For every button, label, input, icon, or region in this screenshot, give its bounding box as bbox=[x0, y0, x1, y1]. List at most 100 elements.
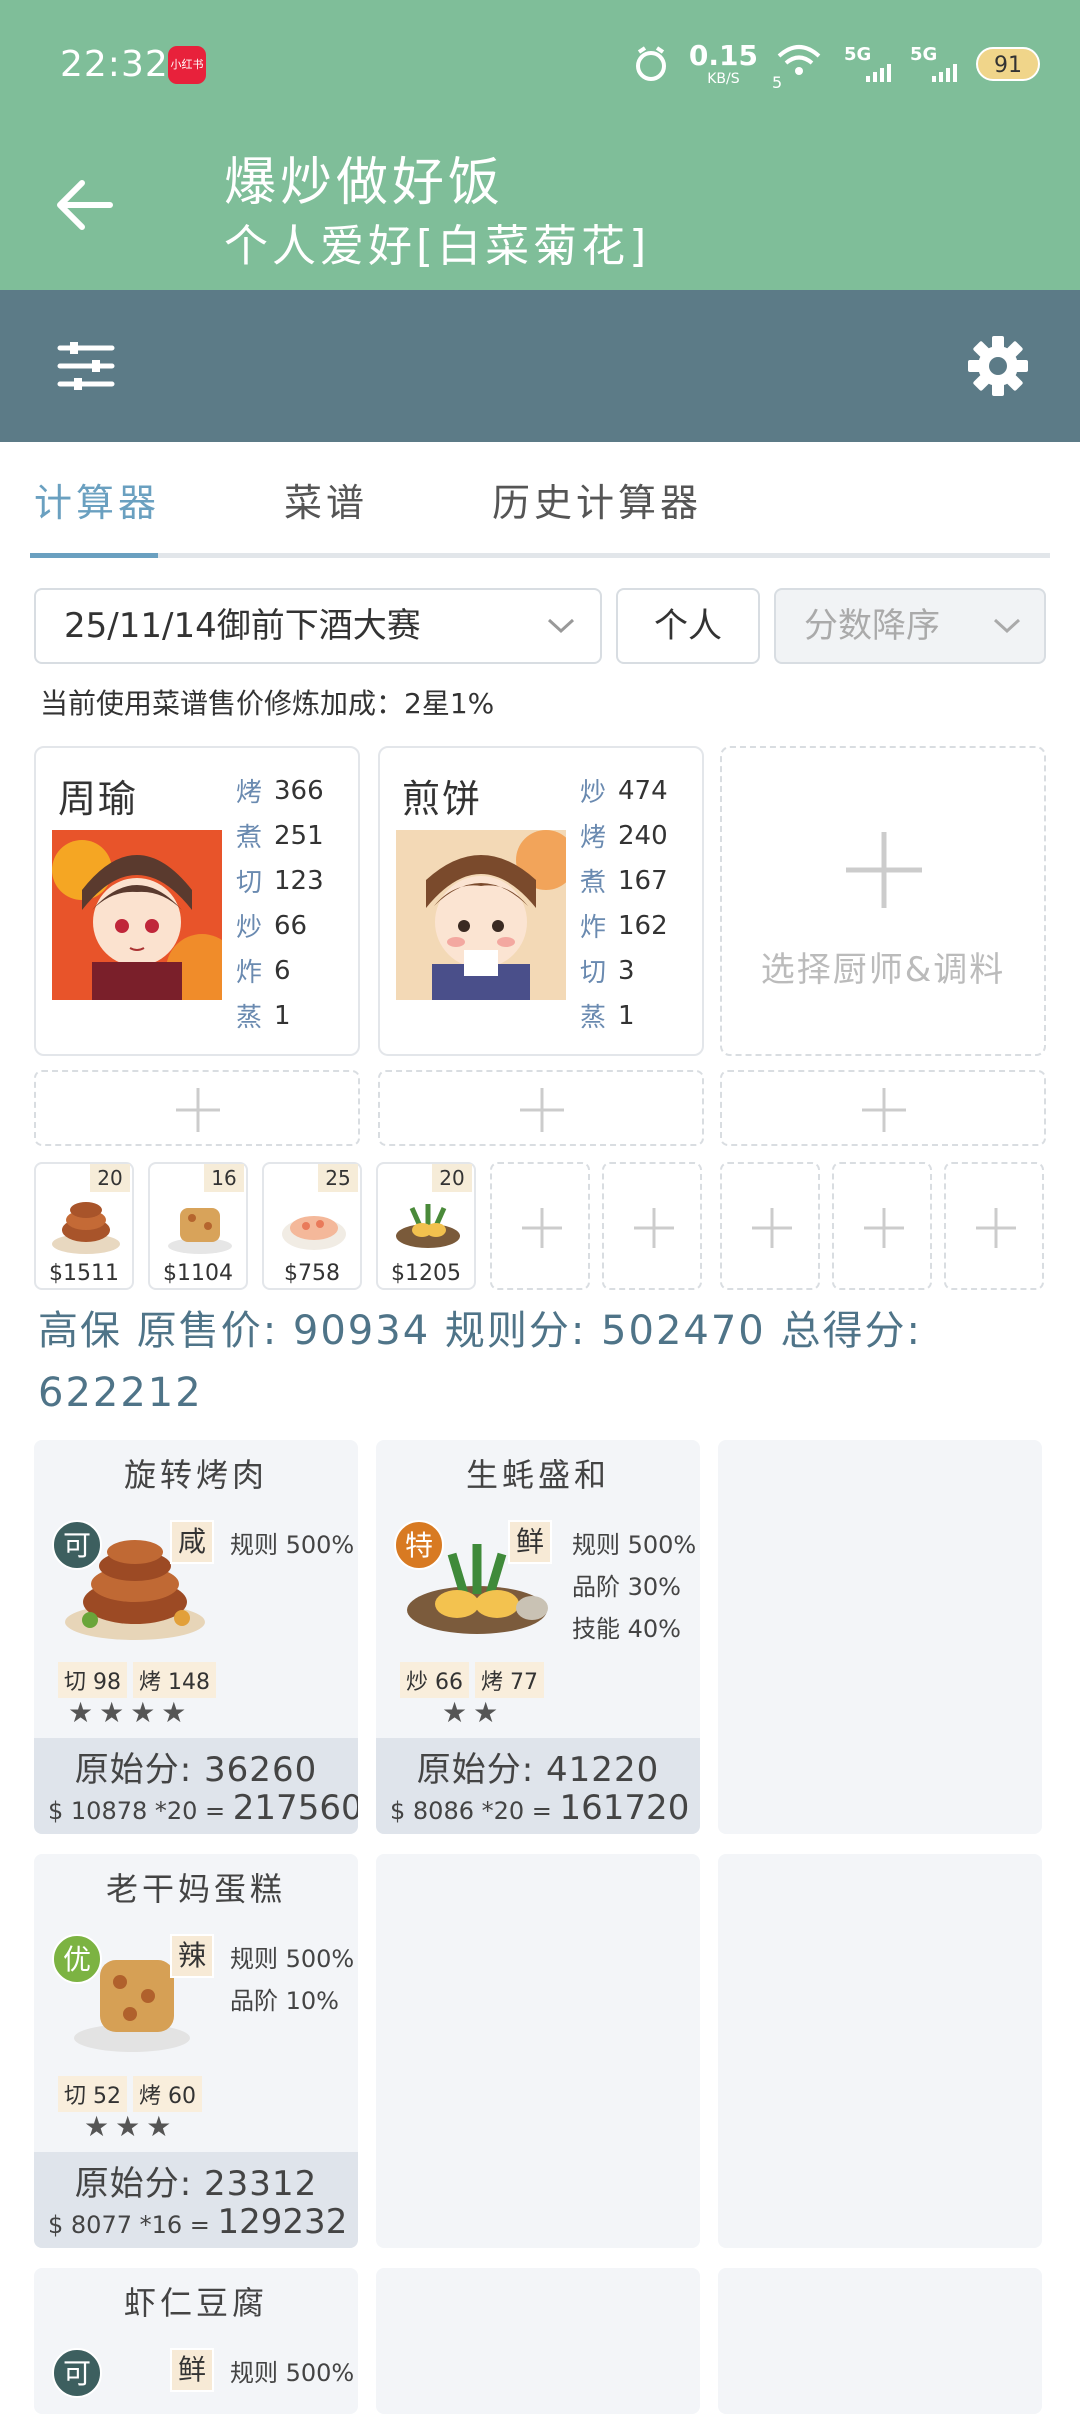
dish-price: $758 bbox=[284, 1261, 340, 1286]
active-tab-indicator bbox=[30, 553, 158, 558]
original-score: 原始分: 23312 bbox=[74, 2164, 318, 2204]
oyster-dish-icon bbox=[396, 1204, 460, 1248]
cake-dish-icon bbox=[168, 1208, 232, 1254]
equipment-slot-1[interactable] bbox=[34, 1070, 360, 1146]
chef-skill-list: 烤 366 煮 251 切 123 炒 66 炸6 蒸1 bbox=[236, 775, 324, 1034]
plus-icon bbox=[862, 1088, 906, 1132]
dish-slot-1[interactable]: 20 $1511 bbox=[34, 1162, 134, 1290]
network-speed: 0.15 KB/S bbox=[688, 39, 758, 87]
chef-card-2[interactable]: 煎饼 炒 474 烤 240 煮 167 炸 162 切3 蒸1 bbox=[378, 746, 704, 1056]
chef-portrait-jianbing bbox=[396, 830, 566, 1000]
shrimp-tofu-dish-icon bbox=[282, 1216, 346, 1250]
tab-recipes[interactable]: 菜谱 bbox=[284, 472, 368, 527]
dish-price: $1511 bbox=[49, 1261, 119, 1286]
add-chef-slot[interactable]: 选择厨师&调料 bbox=[720, 746, 1046, 1056]
dish-slot-empty-9[interactable] bbox=[944, 1162, 1044, 1290]
equipment-slot-2[interactable] bbox=[378, 1070, 704, 1146]
result-score-footer: 原始分: 23312 $ 8077 *16 = 129232 bbox=[34, 2152, 358, 2248]
result-score-footer: 原始分: 36260 $ 10878 *20 = 217560 bbox=[34, 1738, 358, 1834]
chevron-down-icon bbox=[993, 618, 1021, 634]
chef-name: 煎饼 bbox=[402, 777, 483, 821]
result-card-empty bbox=[718, 1440, 1042, 1834]
result-card-3[interactable]: 老干妈蛋糕 优 辣 规则 500% 品阶 10% 切 52 烤 60 ★★★ 原始… bbox=[34, 1854, 358, 2248]
result-card-empty bbox=[718, 1854, 1042, 2248]
status-time: 22:32 bbox=[60, 44, 169, 85]
settings-button[interactable] bbox=[962, 330, 1034, 402]
dish-slot-3[interactable]: 25 $758 bbox=[262, 1162, 362, 1290]
score-calculation: $ 10878 *20 = 217560 bbox=[48, 1788, 358, 1828]
chef-skill-list: 炒 474 烤 240 煮 167 炸 162 切3 蒸1 bbox=[580, 775, 668, 1034]
mode-select[interactable]: 个人 bbox=[616, 588, 760, 664]
plus-icon bbox=[522, 1208, 562, 1248]
sliders-icon bbox=[57, 342, 115, 390]
result-card-empty bbox=[376, 1854, 700, 2248]
result-card-1[interactable]: 旋转烤肉 可 咸 规则 500% 切 98 烤 148 ★★★★ 原始分: 362… bbox=[34, 1440, 358, 1834]
skill-requirements: 炒 66 烤 77 bbox=[400, 1662, 544, 1698]
toolbar bbox=[0, 290, 1080, 442]
quality-badge: 优 bbox=[52, 1934, 102, 1984]
result-dish-name: 生蚝盛和 bbox=[465, 1456, 610, 1494]
signal-5g-icon: 5G bbox=[844, 44, 892, 84]
dish-slot-empty-5[interactable] bbox=[490, 1162, 590, 1290]
chevron-down-icon bbox=[547, 618, 575, 634]
page-subtitle: 个人爱好[白菜菊花] bbox=[224, 221, 651, 272]
tab-calculator[interactable]: 计算器 bbox=[34, 472, 160, 527]
tab-history-calculator[interactable]: 历史计算器 bbox=[492, 472, 702, 527]
quality-badge: 可 bbox=[52, 1520, 102, 1570]
rule-bonus-list: 规则 500% 品阶 10% bbox=[230, 1945, 355, 2015]
dish-slot-empty-7[interactable] bbox=[720, 1162, 820, 1290]
sort-select[interactable]: 分数降序 bbox=[774, 588, 1046, 664]
flavor-tag: 辣 bbox=[170, 1934, 214, 1978]
plus-icon bbox=[634, 1208, 674, 1248]
star-rating: ★★★★ bbox=[68, 1696, 193, 1729]
xiaohongshu-app-icon: 小红书 bbox=[168, 46, 206, 84]
skill-requirements: 切 98 烤 148 bbox=[58, 1662, 216, 1698]
alarm-icon bbox=[635, 46, 666, 81]
dish-quantity: 16 bbox=[204, 1164, 244, 1192]
dish-quantity: 20 bbox=[90, 1164, 130, 1192]
dish-slot-empty-8[interactable] bbox=[832, 1162, 932, 1290]
star-rating: ★★ bbox=[442, 1696, 505, 1729]
flavor-tag: 咸 bbox=[170, 1520, 214, 1564]
quality-badge: 可 bbox=[52, 2348, 102, 2398]
back-button[interactable] bbox=[50, 170, 120, 240]
price-bonus-info: 当前使用菜谱售价修炼加成：2星1% bbox=[40, 687, 495, 720]
page-title: 爆炒做好饭 bbox=[224, 153, 505, 213]
result-dish-name: 老干妈蛋糕 bbox=[105, 1870, 286, 1908]
plus-icon bbox=[520, 1088, 564, 1132]
contest-select[interactable]: 25/11/14御前下酒大赛 bbox=[34, 588, 602, 664]
dish-price: $1205 bbox=[391, 1261, 461, 1286]
gear-icon bbox=[968, 336, 1028, 396]
result-dish-name: 旋转烤肉 bbox=[123, 1456, 268, 1494]
result-card-4[interactable]: 虾仁豆腐 可 鲜 规则 500% bbox=[34, 2268, 358, 2414]
score-calculation: $ 8077 *16 = 129232 bbox=[48, 2202, 348, 2242]
tab-bar: 计算器 菜谱 历史计算器 bbox=[30, 442, 1050, 558]
score-summary: 高保 原售价: 90934 规则分: 502470 总得分: 622212 bbox=[38, 1308, 922, 1416]
plus-icon bbox=[864, 1208, 904, 1248]
chef-card-1[interactable]: 周瑜 烤 366 煮 251 切 123 炒 66 炸6 蒸1 bbox=[34, 746, 360, 1056]
star-rating: ★★★ bbox=[84, 2110, 178, 2143]
dish-quantity: 20 bbox=[432, 1164, 472, 1192]
flavor-tag: 鲜 bbox=[170, 2348, 214, 2392]
app-header: 爆炒做好饭 个人爱好[白菜菊花] bbox=[0, 130, 1080, 290]
rule-bonus-list: 规则 500% bbox=[230, 1531, 355, 1559]
skill-requirements: 切 52 烤 60 bbox=[58, 2076, 202, 2112]
plus-icon bbox=[752, 1208, 792, 1248]
status-bar: 22:32 小红书 0.15 KB/S 5 5G 5G 91 bbox=[0, 0, 1080, 130]
status-right-group: 0.15 KB/S 5 5G 5G 91 bbox=[631, 34, 1040, 94]
dish-slot-empty-6[interactable] bbox=[602, 1162, 702, 1290]
score-calculation: $ 8086 *20 = 161720 bbox=[390, 1788, 690, 1828]
wifi-icon: 5 bbox=[772, 44, 826, 92]
result-card-2[interactable]: 生蚝盛和 特 鲜 规则 500% 品阶 30% 技能 40% 炒 66 烤 77 … bbox=[376, 1440, 700, 1834]
result-dish-name: 虾仁豆腐 bbox=[123, 2284, 268, 2322]
equipment-slot-3[interactable] bbox=[720, 1070, 1046, 1146]
filter-settings-button[interactable] bbox=[54, 334, 118, 398]
original-score: 原始分: 36260 bbox=[74, 1750, 318, 1790]
dish-slot-4[interactable]: 20 $1205 bbox=[376, 1162, 476, 1290]
plus-icon bbox=[846, 832, 922, 908]
dish-price: $1104 bbox=[163, 1261, 233, 1286]
dish-quantity: 25 bbox=[318, 1164, 358, 1192]
dish-slot-2[interactable]: 16 $1104 bbox=[148, 1162, 248, 1290]
quality-badge: 特 bbox=[394, 1520, 444, 1570]
result-card-empty bbox=[718, 2268, 1042, 2414]
